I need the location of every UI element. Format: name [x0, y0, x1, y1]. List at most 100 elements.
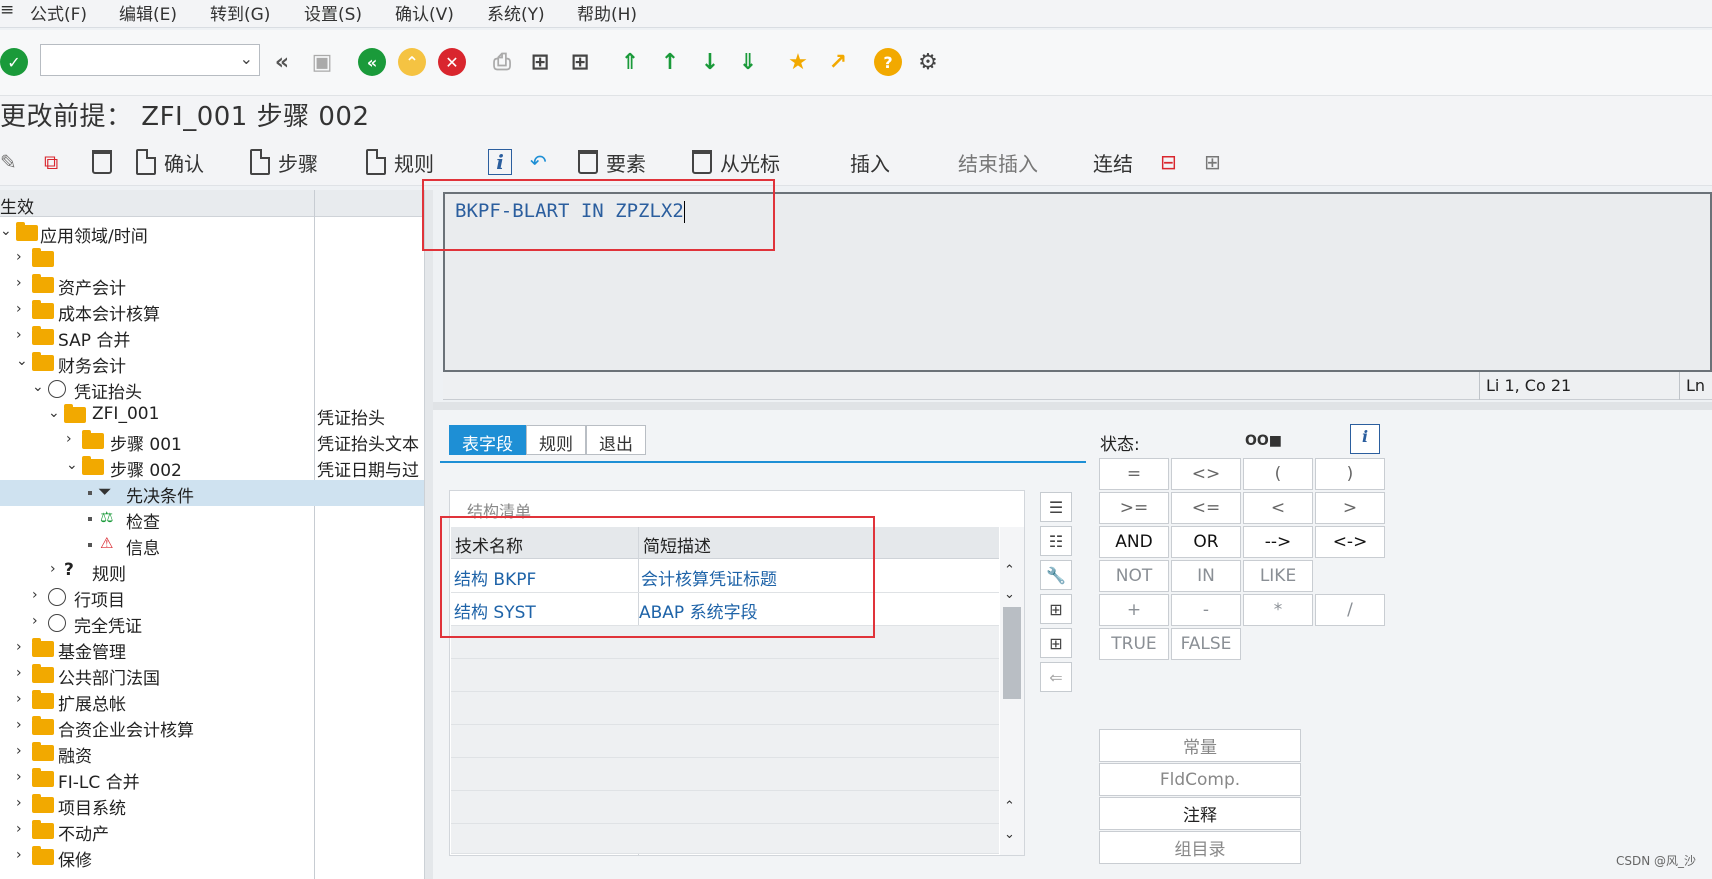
tree-node[interactable]: ›: [0, 246, 424, 272]
tree-node[interactable]: › SAP 合并: [0, 324, 424, 351]
chevron-right-icon[interactable]: ›: [16, 327, 22, 343]
settings-icon[interactable]: ⚙: [914, 48, 942, 76]
chevron-right-icon[interactable]: ›: [32, 587, 38, 603]
tree-node[interactable]: ⚖ 检查: [0, 506, 424, 533]
op-false[interactable]: FALSE: [1171, 628, 1241, 660]
tree-node[interactable]: › 步骤 001 凭证抬头文本: [0, 428, 424, 455]
op-lt[interactable]: <: [1243, 492, 1313, 524]
chevron-down-icon[interactable]: ⌄: [240, 49, 253, 68]
op-minus[interactable]: -: [1171, 594, 1241, 626]
display-change-icon[interactable]: ✎: [0, 146, 17, 178]
vertical-scrollbar[interactable]: ⌃ ⌄ ⌃ ⌄: [1000, 527, 1024, 855]
field-compare-button[interactable]: FldComp.: [1099, 763, 1301, 796]
element-button[interactable]: 要素: [578, 146, 646, 178]
scroll-up-icon[interactable]: ⌃: [1004, 563, 1015, 578]
chevron-down-icon[interactable]: ⌄: [66, 457, 78, 473]
chevron-down-icon[interactable]: ⌄: [0, 223, 12, 239]
tree-node[interactable]: ⌄ ZFI_001 凭证抬头: [0, 402, 424, 429]
chevron-down-icon[interactable]: ⌄: [16, 353, 28, 369]
menu-goto[interactable]: 转到(G): [210, 0, 270, 25]
op-ne[interactable]: <>: [1171, 458, 1241, 490]
tree-node[interactable]: › 保修: [0, 844, 424, 871]
help-icon[interactable]: ?: [874, 48, 902, 76]
tree-node-selected[interactable]: ⏷ 先决条件: [0, 480, 424, 507]
table-row[interactable]: 结构 BKPF 会计核算凭证标题: [451, 560, 999, 593]
last-page-icon[interactable]: ⇓: [734, 48, 762, 76]
menu-system[interactable]: 系统(Y): [487, 0, 545, 25]
chevron-right-icon[interactable]: ›: [16, 769, 22, 785]
chevron-right-icon[interactable]: ›: [16, 639, 22, 655]
op-like[interactable]: LIKE: [1243, 560, 1313, 592]
op-rparen[interactable]: ): [1315, 458, 1385, 490]
command-field[interactable]: ⌄: [40, 44, 260, 76]
chevron-right-icon[interactable]: ›: [50, 561, 56, 577]
tree-node[interactable]: › 基金管理: [0, 636, 424, 663]
chevron-down-icon[interactable]: ⌄: [32, 379, 44, 395]
expand-icon[interactable]: ☷: [1040, 526, 1072, 556]
shortcut-icon[interactable]: ↗: [824, 48, 852, 76]
chevron-right-icon[interactable]: ›: [16, 847, 22, 863]
tree-node[interactable]: › 项目系统: [0, 792, 424, 819]
table-row[interactable]: 结构 SYST ABAP 系统字段: [451, 593, 999, 626]
tree-node[interactable]: › 扩展总帐: [0, 688, 424, 715]
menu-settings[interactable]: 设置(S): [304, 0, 362, 25]
chevron-right-icon[interactable]: ›: [16, 743, 22, 759]
tree-node[interactable]: › FI-LC 合并: [0, 766, 424, 793]
undo-icon[interactable]: ↶: [530, 146, 547, 178]
chevron-right-icon[interactable]: ›: [16, 795, 22, 811]
find-next-icon[interactable]: ⊞: [1040, 628, 1072, 658]
green-back-icon[interactable]: «: [358, 48, 386, 76]
op-or[interactable]: OR: [1171, 526, 1241, 558]
tree-node[interactable]: › 公共部门法国: [0, 662, 424, 689]
op-true[interactable]: TRUE: [1099, 628, 1169, 660]
hierarchy-icon[interactable]: ⊞: [1204, 146, 1221, 178]
scroll-down-icon[interactable]: ⌄: [1004, 587, 1015, 602]
tree-node[interactable]: › 合资企业会计核算: [0, 714, 424, 741]
tree-node[interactable]: › 融资: [0, 740, 424, 767]
step-button[interactable]: 步骤: [250, 146, 318, 178]
find-next-icon[interactable]: ⊞: [566, 48, 594, 76]
tree-node[interactable]: › 资产会计: [0, 272, 424, 299]
remove-link-icon[interactable]: ⊟: [1160, 146, 1177, 178]
exit-icon[interactable]: ⌃: [398, 48, 426, 76]
col-short-desc[interactable]: 简短描述: [643, 532, 711, 557]
tree-node[interactable]: ⌄ 步骤 002 凭证日期与过: [0, 454, 424, 481]
first-page-icon[interactable]: ⇑: [616, 48, 644, 76]
tab-exits[interactable]: 退出: [586, 425, 646, 455]
op-in[interactable]: IN: [1171, 560, 1241, 592]
info-icon[interactable]: i: [488, 146, 512, 178]
tab-table-fields[interactable]: 表字段: [449, 425, 526, 455]
tree-node[interactable]: › 行项目: [0, 584, 424, 611]
tree-node[interactable]: ⌄ 应用领域/时间: [0, 220, 424, 247]
print-icon[interactable]: ⎙: [488, 48, 516, 76]
tree-node[interactable]: › ? 规则: [0, 558, 424, 585]
op-implies[interactable]: -->: [1243, 526, 1313, 558]
back-icon[interactable]: «: [268, 48, 296, 76]
save-icon[interactable]: ▣: [308, 48, 336, 76]
constant-button[interactable]: 常量: [1099, 729, 1301, 762]
vertical-splitter[interactable]: [425, 190, 433, 879]
chevron-right-icon[interactable]: ›: [16, 665, 22, 681]
rule-button[interactable]: 规则: [366, 146, 434, 178]
comment-button[interactable]: 注释: [1099, 797, 1301, 830]
collapse-icon[interactable]: ☰: [1040, 492, 1072, 522]
link-button[interactable]: 连结: [1093, 146, 1133, 178]
insert-button[interactable]: 插入: [850, 146, 890, 178]
group-directory-button[interactable]: 组目录: [1099, 831, 1301, 864]
tree-node[interactable]: › 完全凭证: [0, 610, 424, 637]
chevron-down-icon[interactable]: ⌄: [48, 405, 60, 421]
delete-button[interactable]: [92, 146, 120, 178]
op-multiply[interactable]: *: [1243, 594, 1313, 626]
op-gt[interactable]: >: [1315, 492, 1385, 524]
menu-edit[interactable]: 编辑(E): [119, 0, 177, 25]
horizontal-splitter[interactable]: [433, 402, 1712, 410]
find-icon[interactable]: ⊞: [526, 48, 554, 76]
op-equiv[interactable]: <->: [1315, 526, 1385, 558]
col-tech-name[interactable]: 技术名称: [455, 532, 523, 557]
op-ge[interactable]: >=: [1099, 492, 1169, 524]
find-icon[interactable]: ⊞: [1040, 594, 1072, 624]
chevron-right-icon[interactable]: ›: [16, 691, 22, 707]
op-le[interactable]: <=: [1171, 492, 1241, 524]
end-insert-button[interactable]: 结束插入: [958, 146, 1038, 178]
menu-confirm[interactable]: 确认(V): [395, 0, 454, 25]
